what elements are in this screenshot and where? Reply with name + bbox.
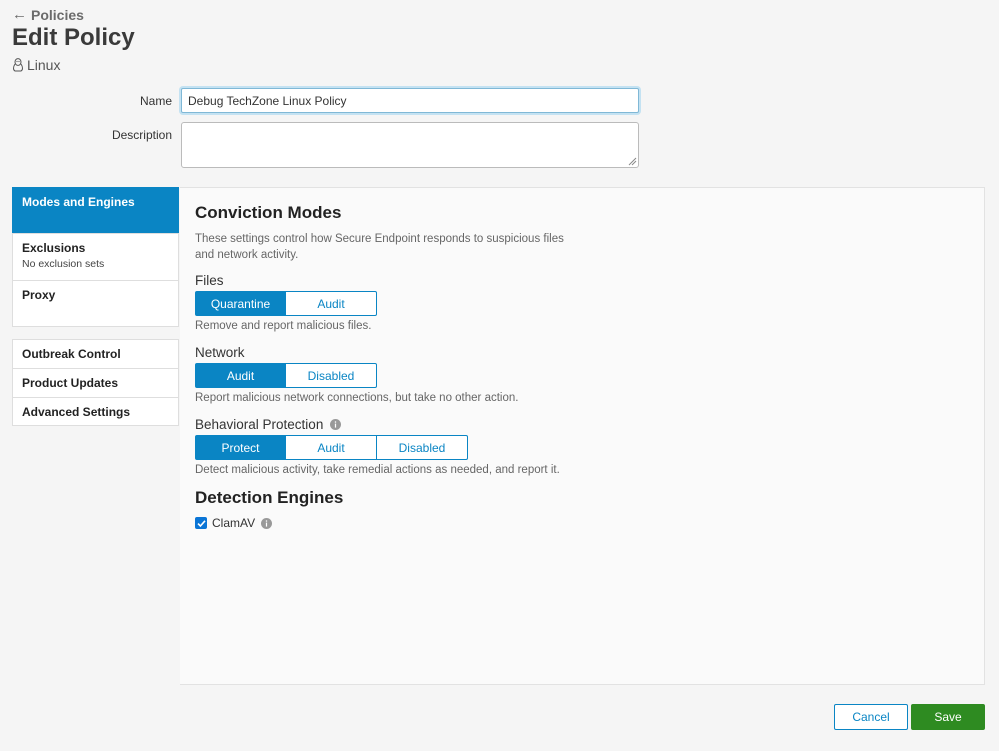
policy-description-input[interactable] — [181, 122, 639, 168]
sidebar-item-label: Product Updates — [22, 376, 119, 390]
linux-penguin-icon — [13, 58, 23, 72]
conviction-intro-text: These settings control how Secure Endpoi… — [195, 233, 564, 261]
conviction-modes-title: Conviction Modes — [195, 203, 342, 222]
platform-indicator: Linux — [12, 57, 60, 73]
behavioral-protection-label: Behavioral Protection — [195, 417, 342, 432]
sidebar-item-outbreak-control[interactable]: Outbreak Control — [12, 339, 179, 368]
behavioral-disabled-button[interactable]: Disabled — [377, 435, 468, 460]
platform-label: Linux — [27, 57, 61, 73]
sidebar-item-sublabel: No exclusion sets — [22, 258, 105, 270]
clamav-checkbox[interactable] — [195, 517, 207, 529]
sidebar-primary-group: Modes and Engines Exclusions No exclusio… — [12, 187, 179, 327]
info-icon[interactable] — [261, 517, 273, 529]
behavioral-audit-button[interactable]: Audit — [286, 435, 377, 460]
clamav-label: ClamAV — [212, 516, 256, 530]
files-audit-button[interactable]: Audit — [286, 291, 377, 316]
sidebar-item-exclusions[interactable]: Exclusions No exclusion sets — [12, 233, 179, 280]
back-link-label: Policies — [31, 6, 84, 23]
files-quarantine-button[interactable]: Quarantine — [195, 291, 286, 316]
cancel-button[interactable]: Cancel — [834, 704, 908, 730]
behavioral-protect-button[interactable]: Protect — [195, 435, 286, 460]
network-label: Network — [195, 345, 245, 360]
sidebar-secondary-group: Outbreak Control Product Updates Advance… — [12, 339, 179, 426]
files-help-text: Remove and report malicious files. — [195, 320, 372, 332]
detection-engines-title: Detection Engines — [195, 488, 344, 507]
sidebar-item-label: Advanced Settings — [22, 405, 131, 419]
network-help-text: Report malicious network connections, bu… — [195, 392, 519, 404]
behavioral-label-text: Behavioral Protection — [195, 417, 324, 432]
info-icon[interactable] — [330, 419, 342, 430]
network-label-text: Network — [195, 345, 245, 360]
back-to-policies-link[interactable]: ← Policies — [12, 6, 84, 23]
sidebar-item-label: Outbreak Control — [22, 347, 121, 361]
files-label-text: Files — [195, 273, 224, 288]
arrow-left-icon: ← — [12, 6, 27, 23]
sidebar-item-product-updates[interactable]: Product Updates — [12, 368, 179, 397]
name-label: Name — [139, 94, 172, 108]
network-disabled-button[interactable]: Disabled — [286, 363, 377, 388]
page-title: Edit Policy — [12, 24, 135, 51]
sidebar-item-proxy[interactable]: Proxy — [12, 280, 179, 327]
policy-name-input[interactable] — [181, 88, 639, 113]
behavioral-help-text: Detect malicious activity, take remedial… — [195, 464, 560, 476]
sidebar-item-label: Modes and Engines — [22, 195, 135, 209]
behavioral-mode-selector: Protect Audit Disabled — [195, 435, 468, 460]
settings-panel: Conviction Modes These settings control … — [180, 187, 985, 685]
network-audit-button[interactable]: Audit — [195, 363, 286, 388]
files-label: Files — [195, 273, 224, 288]
description-label: Description — [111, 128, 172, 142]
save-button[interactable]: Save — [911, 704, 985, 730]
sidebar-item-label: Exclusions — [22, 241, 86, 255]
checkmark-icon — [196, 519, 206, 527]
network-mode-selector: Audit Disabled — [195, 363, 377, 388]
sidebar-item-modes-and-engines[interactable]: Modes and Engines — [12, 187, 179, 233]
sidebar-item-label: Proxy — [22, 288, 56, 302]
clamav-row: ClamAV — [195, 516, 273, 530]
files-mode-selector: Quarantine Audit — [195, 291, 377, 316]
sidebar-item-advanced-settings[interactable]: Advanced Settings — [12, 397, 179, 426]
